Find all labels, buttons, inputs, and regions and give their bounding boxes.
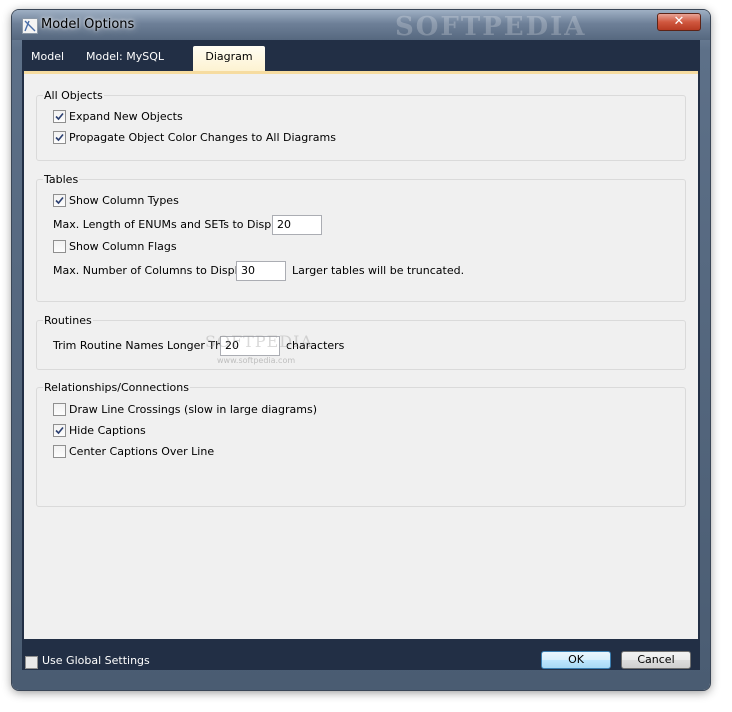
group-frame — [36, 95, 686, 161]
group-title: Routines — [43, 314, 93, 327]
window-title: Model Options — [41, 17, 135, 32]
checkbox-box[interactable] — [53, 403, 66, 416]
ok-button[interactable]: OK — [541, 651, 611, 669]
truncate-note: Larger tables will be truncated. — [292, 264, 465, 277]
checkbox-box[interactable] — [53, 445, 66, 458]
checkmark-icon — [55, 133, 64, 142]
checkmark-icon — [55, 112, 64, 121]
checkbox-label: Hide Captions — [69, 424, 146, 437]
tab-model[interactable]: Model — [31, 46, 64, 70]
tab-model-mysql[interactable]: Model: MySQL — [86, 46, 164, 70]
checkbox-label: Show Column Flags — [69, 240, 177, 253]
title-bar[interactable]: Model Options SOFTPEDIA ✕ — [12, 10, 710, 42]
checkbox-box[interactable] — [53, 240, 66, 253]
model-options-window: Model Options SOFTPEDIA ✕ Model Model: M… — [12, 10, 710, 690]
group-title: All Objects — [43, 89, 104, 102]
app-icon — [22, 18, 38, 34]
max-columns-label: Max. Number of Columns to Display: — [53, 264, 254, 277]
group-title: Tables — [43, 173, 80, 186]
cancel-button[interactable]: Cancel — [621, 651, 691, 669]
checkbox-label: Draw Line Crossings (slow in large diagr… — [69, 403, 317, 416]
checkbox-box[interactable] — [53, 110, 66, 123]
use-global-settings-checkbox[interactable] — [25, 656, 38, 669]
max-enum-label: Max. Length of ENUMs and SETs to Display… — [53, 218, 291, 231]
tables-group: Tables Show Column Types Max. Length of … — [36, 173, 686, 302]
checkmark-icon — [55, 426, 64, 435]
checkbox-label: Propagate Object Color Changes to All Di… — [69, 131, 336, 144]
max-enum-input[interactable]: 20 — [272, 215, 322, 235]
dialog-footer: Use Global Settings OK Cancel — [22, 639, 700, 670]
checkbox-label: Show Column Types — [69, 194, 179, 207]
close-icon: ✕ — [673, 14, 685, 29]
use-global-settings-label: Use Global Settings — [42, 654, 150, 667]
checkbox-label: Expand New Objects — [69, 110, 183, 123]
checkbox-box[interactable] — [53, 424, 66, 437]
routines-group: Routines Trim Routine Names Longer Than … — [36, 314, 686, 370]
checkbox-box[interactable] — [53, 194, 66, 207]
softpedia-watermark: SOFTPEDIA — [205, 332, 313, 351]
group-title: Relationships/Connections — [43, 381, 190, 394]
checkbox-label: Center Captions Over Line — [69, 445, 215, 458]
dialog-client-area: Model Model: MySQL Diagram All Objects E… — [22, 40, 700, 670]
relationships-group: Relationships/Connections Draw Line Cros… — [36, 381, 686, 507]
close-button[interactable]: ✕ — [657, 13, 701, 31]
tab-diagram[interactable]: Diagram — [193, 46, 265, 72]
softpedia-watermark-url: www.softpedia.com — [217, 356, 296, 365]
checkmark-icon — [55, 196, 64, 205]
checkbox-box[interactable] — [53, 131, 66, 144]
all-objects-group: All Objects Expand New Objects Propagate… — [36, 89, 686, 161]
diagram-options-pane: All Objects Expand New Objects Propagate… — [24, 74, 698, 639]
softpedia-watermark: SOFTPEDIA — [395, 12, 587, 42]
max-columns-input[interactable]: 30 — [236, 261, 286, 281]
